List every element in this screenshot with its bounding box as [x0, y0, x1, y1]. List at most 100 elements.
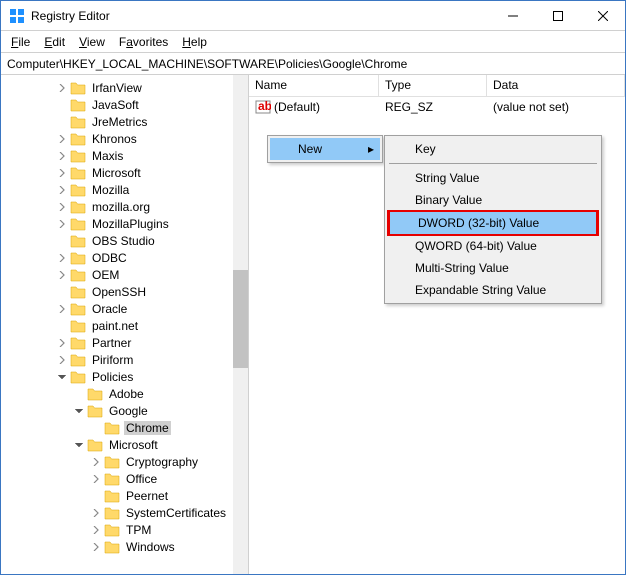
expand-arrow-icon[interactable]: [56, 303, 68, 315]
folder-icon: [70, 131, 86, 147]
context-binary-value[interactable]: Binary Value: [387, 189, 599, 211]
tree-label: Oracle: [90, 302, 129, 316]
list-pane: Name Type Data ab (Default) REG_SZ (valu…: [249, 75, 625, 574]
expand-arrow-icon[interactable]: [56, 371, 68, 383]
tree-label: ODBC: [90, 251, 129, 265]
tree-label: Microsoft: [107, 438, 160, 452]
tree-scrollbar[interactable]: [233, 75, 248, 574]
menu-file[interactable]: File: [5, 33, 36, 51]
expand-arrow-icon[interactable]: [90, 524, 102, 536]
tree-item[interactable]: OpenSSH: [1, 283, 233, 300]
menu-favorites[interactable]: Favorites: [113, 33, 174, 51]
tree-item[interactable]: MozillaPlugins: [1, 215, 233, 232]
expand-arrow-icon[interactable]: [56, 252, 68, 264]
context-multistring-value[interactable]: Multi-String Value: [387, 257, 599, 279]
tree-label: Partner: [90, 336, 133, 350]
tree-label: MozillaPlugins: [90, 217, 171, 231]
tree-label: JavaSoft: [90, 98, 141, 112]
tree-item[interactable]: Microsoft: [1, 164, 233, 181]
tree-label: OBS Studio: [90, 234, 157, 248]
tree-label: paint.net: [90, 319, 140, 333]
tree-item[interactable]: Partner: [1, 334, 233, 351]
context-string-value[interactable]: String Value: [387, 167, 599, 189]
folder-icon: [70, 250, 86, 266]
tree-label: Mozilla: [90, 183, 131, 197]
tree-item[interactable]: JavaSoft: [1, 96, 233, 113]
maximize-button[interactable]: [535, 1, 580, 30]
value-name: (Default): [274, 100, 320, 114]
expand-arrow-icon[interactable]: [90, 456, 102, 468]
close-button[interactable]: [580, 1, 625, 30]
menu-help[interactable]: Help: [176, 33, 213, 51]
context-qword-value[interactable]: QWORD (64-bit) Value: [387, 235, 599, 257]
tree-item[interactable]: Adobe: [1, 385, 233, 402]
context-new[interactable]: New ▸: [270, 138, 380, 160]
folder-icon: [70, 318, 86, 334]
tree-item[interactable]: Cryptography: [1, 453, 233, 470]
expand-arrow-icon[interactable]: [90, 541, 102, 553]
tree-item[interactable]: Google: [1, 402, 233, 419]
tree-label: Windows: [124, 540, 177, 554]
list-header: Name Type Data: [249, 75, 625, 97]
folder-icon: [104, 539, 120, 555]
submenu-arrow-icon: ▸: [368, 142, 374, 156]
list-row-default[interactable]: ab (Default) REG_SZ (value not set): [249, 97, 625, 116]
tree-item[interactable]: mozilla.org: [1, 198, 233, 215]
tree-item[interactable]: Peernet: [1, 487, 233, 504]
tree-item[interactable]: Windows: [1, 538, 233, 555]
context-key[interactable]: Key: [387, 138, 599, 160]
column-type[interactable]: Type: [379, 75, 487, 96]
expand-arrow-icon[interactable]: [56, 184, 68, 196]
tree-item[interactable]: SystemCertificates: [1, 504, 233, 521]
address-bar[interactable]: Computer\HKEY_LOCAL_MACHINE\SOFTWARE\Pol…: [1, 53, 625, 75]
tree-item[interactable]: Piriform: [1, 351, 233, 368]
expand-arrow-icon[interactable]: [73, 405, 85, 417]
column-data[interactable]: Data: [487, 75, 625, 96]
tree-item[interactable]: JreMetrics: [1, 113, 233, 130]
expand-arrow-icon[interactable]: [56, 218, 68, 230]
expand-arrow-icon[interactable]: [56, 150, 68, 162]
column-name[interactable]: Name: [249, 75, 379, 96]
expand-arrow-icon[interactable]: [56, 167, 68, 179]
menu-edit[interactable]: Edit: [38, 33, 71, 51]
expand-arrow-icon[interactable]: [56, 269, 68, 281]
tree-item[interactable]: TPM: [1, 521, 233, 538]
tree-label: Cryptography: [124, 455, 200, 469]
window-title: Registry Editor: [31, 9, 490, 23]
context-dword-value[interactable]: DWORD (32-bit) Value: [390, 212, 596, 234]
tree-item[interactable]: IrfanView: [1, 79, 233, 96]
tree-label: OEM: [90, 268, 121, 282]
expand-arrow-icon[interactable]: [90, 507, 102, 519]
expand-arrow-icon[interactable]: [90, 473, 102, 485]
tree-item[interactable]: Oracle: [1, 300, 233, 317]
tree-item[interactable]: OBS Studio: [1, 232, 233, 249]
tree-item[interactable]: Chrome: [1, 419, 233, 436]
folder-icon: [87, 386, 103, 402]
tree-item[interactable]: Khronos: [1, 130, 233, 147]
tree-label: Office: [124, 472, 159, 486]
expand-arrow-icon[interactable]: [56, 354, 68, 366]
scroll-thumb[interactable]: [233, 270, 248, 368]
context-expandable-value[interactable]: Expandable String Value: [387, 279, 599, 301]
menubar: File Edit View Favorites Help: [1, 31, 625, 53]
tree-item[interactable]: Office: [1, 470, 233, 487]
expand-arrow-icon[interactable]: [56, 82, 68, 94]
expand-arrow-icon[interactable]: [56, 337, 68, 349]
tree-item[interactable]: Microsoft: [1, 436, 233, 453]
expand-arrow-icon[interactable]: [56, 201, 68, 213]
tree-item[interactable]: ODBC: [1, 249, 233, 266]
tree-item[interactable]: OEM: [1, 266, 233, 283]
folder-icon: [70, 165, 86, 181]
tree-item[interactable]: paint.net: [1, 317, 233, 334]
folder-icon: [70, 233, 86, 249]
tree-label: JreMetrics: [90, 115, 149, 129]
menu-view[interactable]: View: [73, 33, 111, 51]
folder-icon: [70, 301, 86, 317]
expand-arrow-icon[interactable]: [56, 133, 68, 145]
tree-item[interactable]: Mozilla: [1, 181, 233, 198]
tree-item[interactable]: Policies: [1, 368, 233, 385]
expand-arrow-icon[interactable]: [73, 439, 85, 451]
tree-label: Policies: [90, 370, 135, 384]
minimize-button[interactable]: [490, 1, 535, 30]
tree-item[interactable]: Maxis: [1, 147, 233, 164]
